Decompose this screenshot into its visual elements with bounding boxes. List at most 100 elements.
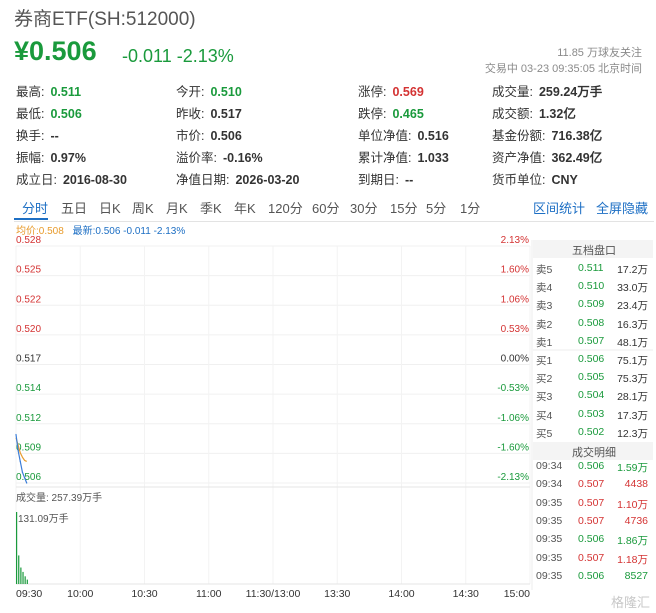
trade-volume: 8527 — [624, 569, 648, 582]
book-level-label: 卖2 — [536, 318, 553, 331]
order-book-row: 买5 0.502 12.3万 — [534, 426, 650, 444]
order-book-row: 买2 0.505 75.3万 — [534, 371, 650, 389]
trade-volume: 1.59万 — [617, 462, 648, 474]
time-tick-label: 11:30/13:00 — [246, 588, 301, 600]
trade-price: 0.507 — [578, 514, 605, 527]
time-tick-label: 11:00 — [196, 588, 222, 600]
price-tick-label: 0.514 — [16, 383, 41, 394]
volume-bar — [24, 576, 26, 584]
watermark-logo: 格隆汇 — [610, 595, 650, 610]
trade-time: 09:35 — [536, 496, 563, 509]
price-point — [15, 433, 17, 436]
book-qty: 17.3万 — [617, 409, 648, 422]
trade-time: 09:35 — [536, 514, 563, 527]
trade-time: 09:34 — [536, 478, 563, 491]
trade-time: 09:35 — [536, 569, 563, 582]
volume-axis-label: 131.09万手 — [18, 512, 69, 525]
volume-bar — [16, 512, 18, 584]
book-level-label: 卖1 — [536, 336, 553, 349]
time-tick-label: 10:00 — [67, 588, 93, 600]
order-book-row: 买4 0.503 17.3万 — [534, 408, 650, 426]
trade-row: 09:34 0.507 4438 — [534, 478, 650, 496]
pct-tick-label: -0.53% — [497, 383, 529, 394]
trade-row: 09:35 0.507 1.10万 — [534, 497, 650, 515]
time-tick-label: 14:30 — [453, 588, 479, 600]
pct-tick-label: 1.06% — [501, 294, 529, 305]
trade-volume: 4438 — [624, 478, 648, 491]
order-book-row: 卖4 0.510 33.0万 — [534, 280, 650, 298]
price-tick-label: 0.528 — [16, 235, 41, 246]
time-tick-label: 10:30 — [131, 588, 157, 600]
book-price: 0.504 — [578, 389, 605, 402]
trade-row: 09:35 0.507 1.18万 — [534, 552, 650, 570]
book-level-label: 买1 — [536, 355, 553, 367]
book-qty: 28.1万 — [617, 391, 648, 404]
book-level-label: 买3 — [536, 391, 553, 404]
book-qty: 16.3万 — [617, 318, 648, 331]
book-level-label: 卖4 — [536, 282, 553, 295]
price-tick-label: 0.525 — [16, 265, 41, 276]
pct-tick-label: 0.00% — [501, 354, 529, 365]
price-tick-label: 0.522 — [16, 294, 41, 305]
book-qty: 75.1万 — [617, 355, 648, 367]
order-book-row: 买3 0.504 28.1万 — [534, 389, 650, 407]
trade-time: 09:34 — [536, 460, 563, 472]
trade-price: 0.507 — [578, 551, 605, 564]
pct-tick-label: 2.13% — [501, 235, 529, 246]
trade-price: 0.507 — [578, 478, 605, 491]
volume-bar — [26, 579, 28, 584]
trade-volume: 1.10万 — [617, 498, 648, 511]
trade-price: 0.506 — [578, 533, 605, 546]
trade-price: 0.506 — [578, 460, 605, 472]
book-price: 0.507 — [578, 334, 605, 347]
pct-tick-label: -2.13% — [497, 472, 529, 483]
price-point — [23, 477, 26, 479]
volume-bar — [22, 571, 24, 584]
trade-row: 09:35 0.506 1.86万 — [534, 533, 650, 551]
order-book-row: 卖3 0.509 23.4万 — [534, 298, 650, 316]
trade-row: 09:35 0.506 8527 — [534, 570, 650, 588]
book-qty: 75.3万 — [617, 373, 648, 386]
pct-tick-label: 1.60% — [501, 265, 529, 276]
time-tick-label: 15:00 — [504, 588, 530, 600]
time-tick-label: 09:30 — [16, 588, 42, 600]
price-tick-label: 0.506 — [16, 472, 41, 483]
price-point — [17, 450, 19, 452]
price-point — [21, 471, 24, 473]
time-tick-label: 13:30 — [324, 588, 350, 600]
trade-volume: 1.86万 — [617, 535, 648, 548]
volume-bar — [18, 555, 20, 584]
book-qty: 33.0万 — [617, 282, 648, 295]
order-book-row: 卖1 0.507 48.1万 — [534, 335, 650, 353]
trade-price: 0.507 — [578, 496, 605, 509]
price-tick-label: 0.520 — [16, 324, 41, 335]
book-qty: 12.3万 — [617, 427, 648, 440]
book-price: 0.502 — [578, 425, 605, 438]
book-price: 0.505 — [578, 371, 605, 384]
book-level-label: 卖3 — [536, 300, 553, 313]
trade-row: 09:35 0.507 4736 — [534, 515, 650, 533]
book-level-label: 买2 — [536, 373, 553, 386]
book-level-label: 买4 — [536, 409, 553, 422]
book-price: 0.509 — [578, 298, 605, 311]
time-tick-label: 14:00 — [388, 588, 414, 600]
price-tick-label: 0.512 — [16, 413, 41, 424]
order-book-row: 卖5 0.511 17.2万 — [534, 262, 650, 280]
volume-label: 成交量: 257.39万手 — [16, 491, 102, 504]
trade-volume: 1.18万 — [617, 553, 648, 566]
price-tick-label: 0.517 — [16, 354, 41, 365]
pct-tick-label: -1.60% — [497, 442, 529, 453]
book-price: 0.510 — [578, 280, 605, 293]
volume-bar — [20, 567, 22, 584]
book-price: 0.503 — [578, 407, 605, 420]
book-qty: 23.4万 — [617, 300, 648, 313]
book-qty: 17.2万 — [617, 264, 648, 276]
trade-time: 09:35 — [536, 533, 563, 546]
book-level-label: 卖5 — [536, 264, 553, 276]
price-point — [19, 460, 21, 463]
book-price: 0.511 — [578, 262, 604, 274]
trade-row: 09:34 0.506 1.59万 — [534, 460, 650, 478]
book-price: 0.508 — [578, 316, 605, 329]
order-book-row: 卖2 0.508 16.3万 — [534, 317, 650, 335]
book-qty: 48.1万 — [617, 336, 648, 349]
